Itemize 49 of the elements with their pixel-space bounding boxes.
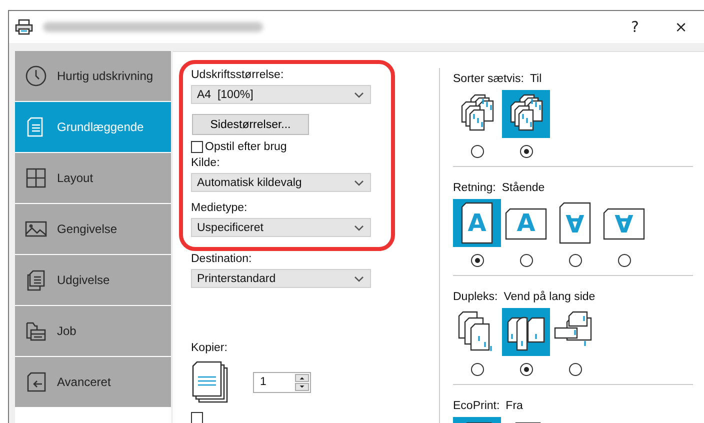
sidebar-tab[interactable]: Hurtig udskrivning: [15, 51, 171, 101]
page-sizes-button[interactable]: Sidestørrelser...: [192, 114, 309, 135]
sidebar-tab[interactable]: Avanceret: [15, 357, 171, 407]
option-label: Dupleks:: [453, 290, 498, 304]
sidebar-tab[interactable]: Gengivelse: [15, 204, 171, 254]
chevron-down-icon: [354, 92, 364, 98]
field-label: Kilde:: [191, 156, 221, 171]
radio-button[interactable]: [520, 145, 532, 158]
field-label: Kopier:: [191, 341, 228, 356]
chevron-down-icon: [354, 180, 364, 186]
option-label: Sorter sætvis:: [453, 72, 524, 86]
close-button[interactable]: ×: [658, 12, 704, 42]
radio-button[interactable]: [470, 254, 484, 267]
dropdown[interactable]: Automatisk kildevalg: [191, 173, 371, 192]
tray-icon: [25, 320, 47, 342]
clock-icon: [25, 65, 47, 87]
radio-button[interactable]: [568, 363, 582, 376]
checkbox-label: Opstil efter brug: [205, 141, 287, 153]
sidebar-tab[interactable]: Job: [15, 306, 171, 356]
field-label: Udskriftsstørrelse:: [191, 68, 285, 83]
copies-spinner[interactable]: 1: [253, 372, 311, 392]
chevron-down-icon: [354, 276, 364, 282]
option-value: Vend på lang side: [504, 290, 596, 304]
printer-icon: [15, 19, 33, 35]
field-label: Medietype:: [191, 201, 248, 216]
dropdown[interactable]: Printerstandard: [191, 269, 371, 288]
dropdown[interactable]: A4 [100%]: [191, 85, 371, 104]
grid-icon: [25, 167, 47, 189]
radio-button[interactable]: [520, 363, 532, 376]
sidebar-tab[interactable]: Udgivelse: [15, 255, 171, 305]
checkbox[interactable]: [191, 412, 203, 423]
radio-button[interactable]: [568, 254, 582, 267]
help-button[interactable]: ?: [612, 12, 658, 42]
import-icon: [25, 371, 47, 393]
chevron-down-icon: [354, 224, 364, 230]
option-value: Stående: [502, 181, 545, 195]
option-value: Fra: [506, 399, 523, 413]
option-label: Retning:: [453, 181, 496, 195]
option-value: Til: [530, 72, 542, 86]
radio-button[interactable]: [470, 363, 484, 376]
radio-button[interactable]: [520, 254, 532, 267]
checkbox[interactable]: [191, 141, 203, 153]
radio-button[interactable]: [618, 254, 630, 267]
option-label: EcoPrint:: [453, 399, 500, 413]
dropdown[interactable]: Uspecificeret: [191, 218, 371, 237]
pages-icon: [25, 269, 47, 291]
radio-button[interactable]: [470, 145, 484, 158]
sidebar-tab[interactable]: Layout: [15, 153, 171, 203]
field-label: Destination:: [191, 252, 253, 267]
